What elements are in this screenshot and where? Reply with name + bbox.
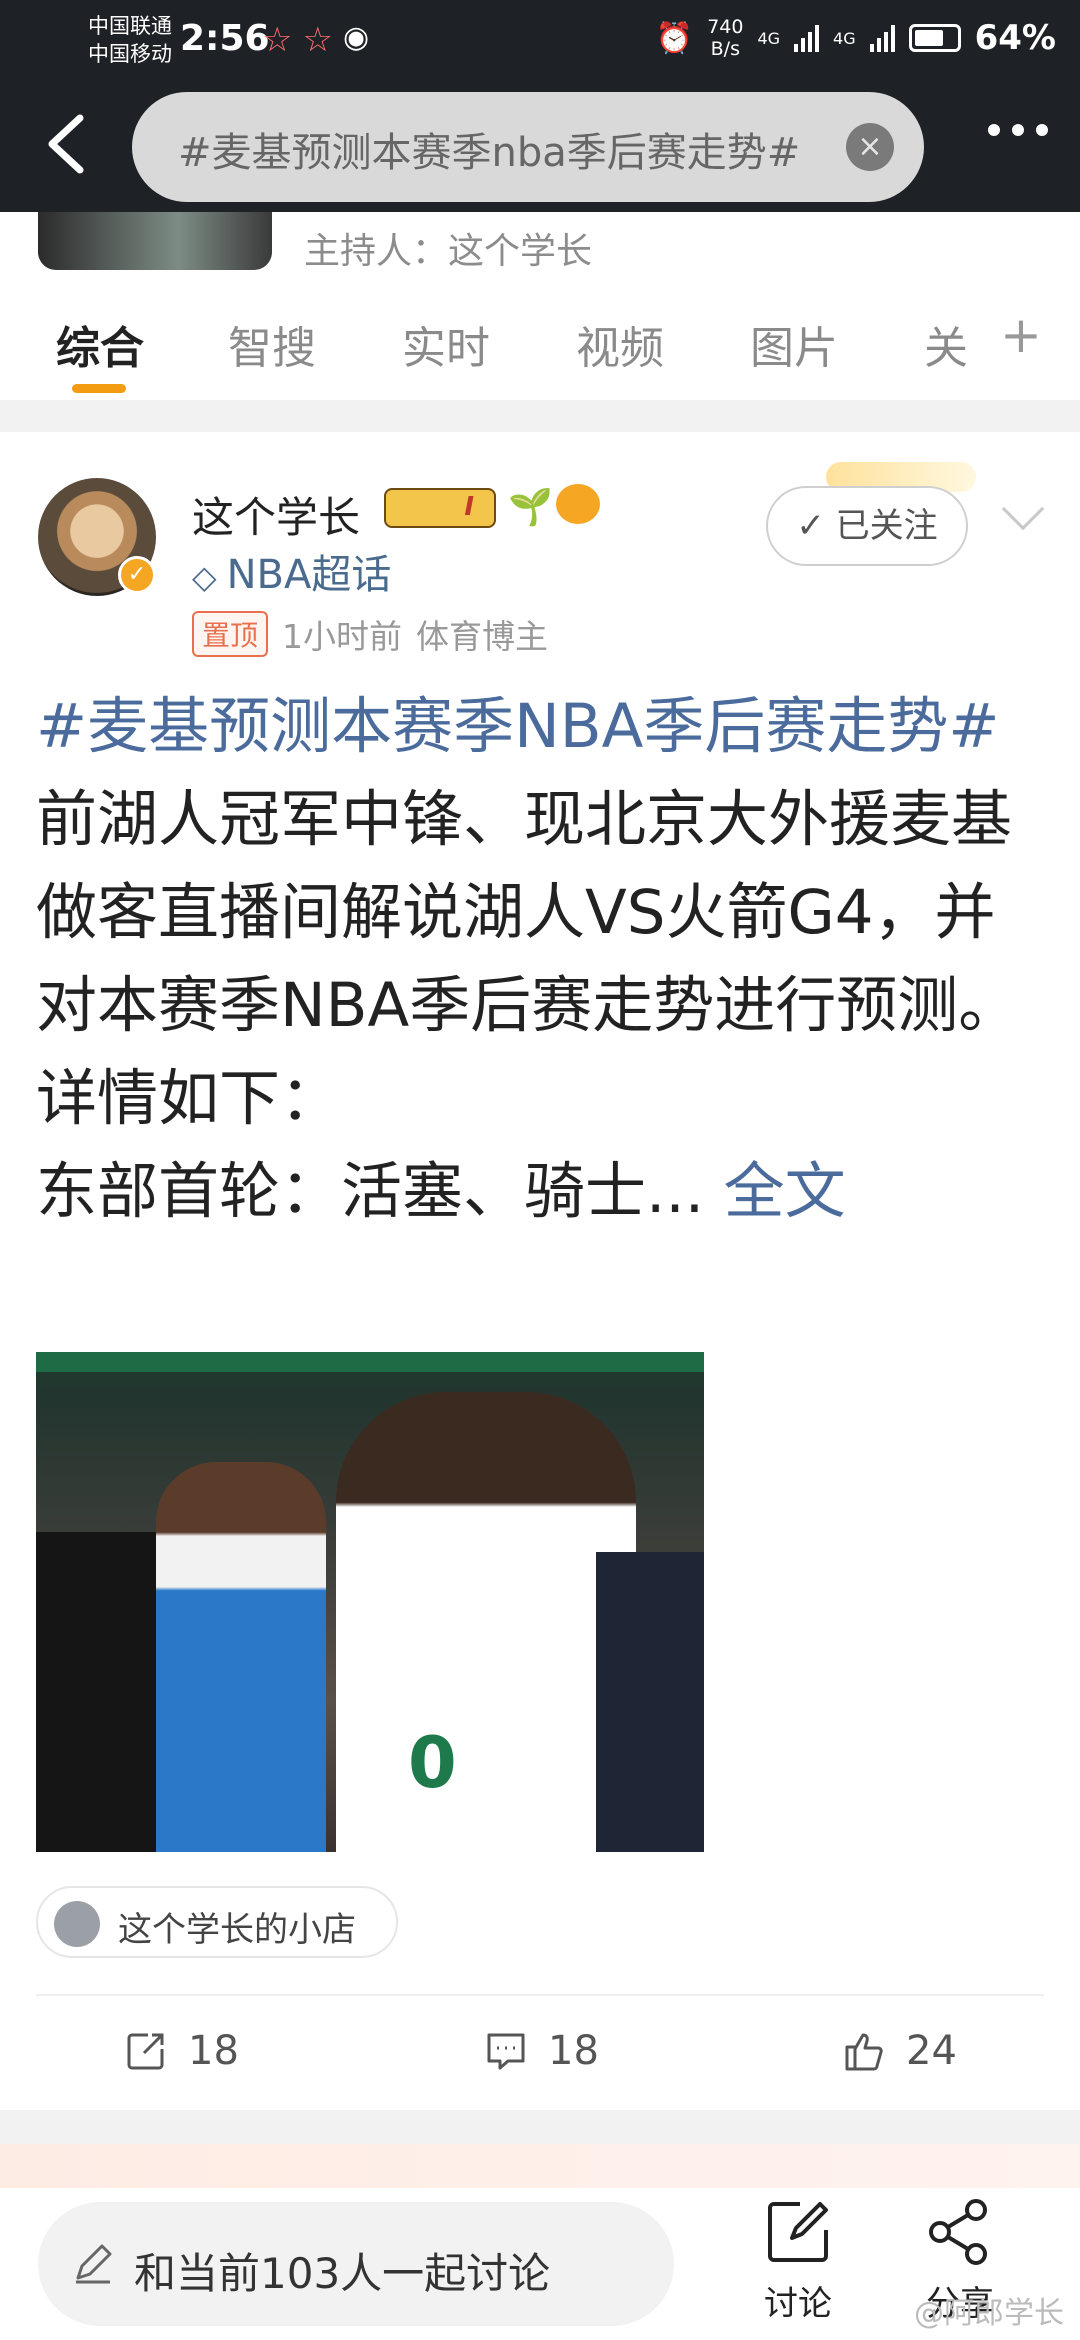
post-actions: 18 18 24 xyxy=(36,1994,1044,2110)
arena-banner xyxy=(36,1352,704,1372)
pinned-badge: 置顶 xyxy=(192,611,269,657)
repost-count: 18 xyxy=(188,2028,239,2074)
shop-link[interactable]: 这个学长的小店 xyxy=(36,1886,398,1958)
add-tab-button[interactable]: + xyxy=(1000,306,1042,364)
watermark: @阿郎学长 xyxy=(914,2296,1064,2331)
post-time: 1小时前 xyxy=(282,617,403,656)
star-icon: ☆ xyxy=(302,20,333,60)
full-text-link[interactable]: 全文 xyxy=(724,1156,846,1227)
status-bar: 中国联通 中国移动 2:56 ☆ ☆ ◉ ⏰ 740 B/s 4G 4G 64% xyxy=(0,0,1080,84)
player-figure-celtics: 0 xyxy=(336,1392,636,1852)
sprout-icon: 🌱 xyxy=(508,487,553,528)
battery-percent: 64% xyxy=(974,18,1056,58)
back-arrow-icon[interactable] xyxy=(40,112,100,176)
like-button[interactable]: 24 xyxy=(842,2028,957,2074)
tab-comprehensive[interactable]: 综合 xyxy=(56,312,144,376)
net-speed-value: 740 xyxy=(707,16,744,38)
follow-button[interactable]: ✓ 已关注 xyxy=(766,486,968,566)
tab-smart-search[interactable]: 智搜 xyxy=(228,312,316,376)
section-divider-2 xyxy=(0,2110,1080,2144)
signal-1-icon xyxy=(794,24,820,52)
host-label: 主持人：这个学长 xyxy=(304,231,593,272)
post-body-text: 前湖人冠军中锋、现北京大外援麦基做客直播间解说湖人VS火箭G4，并对本赛季NBA… xyxy=(36,784,1020,1041)
badge-fish-icon xyxy=(556,484,600,524)
search-input[interactable]: #麦基预测本赛季nba季后赛走势# × xyxy=(132,92,924,202)
edit-icon xyxy=(768,2202,828,2262)
follow-label: 已关注 xyxy=(835,506,938,546)
thumbs-up-icon xyxy=(845,2033,883,2071)
repost-icon xyxy=(127,2033,164,2070)
supertopic-label: NBA超话 xyxy=(226,552,392,598)
comment-icon xyxy=(487,2033,525,2070)
repost-button[interactable]: 18 xyxy=(124,2028,239,2074)
post-east-line: 东部首轮：活塞、骑士... xyxy=(36,1156,705,1227)
tab-video[interactable]: 视频 xyxy=(576,312,664,376)
comment-button[interactable]: 18 xyxy=(484,2028,599,2074)
author-role: 体育博主 xyxy=(416,617,549,656)
net-speed-unit: B/s xyxy=(710,38,740,60)
like-count: 24 xyxy=(906,2028,957,2074)
clock: 2:56 xyxy=(180,18,270,59)
topic-thumbnail[interactable] xyxy=(38,212,272,270)
tab-realtime[interactable]: 实时 xyxy=(402,312,490,376)
host-strip: 主持人：这个学长 xyxy=(0,212,1080,278)
alarm-icon: ⏰ xyxy=(655,20,694,56)
diamond-icon: ◇ xyxy=(192,558,217,596)
discuss-placeholder: 和当前103人一起讨论 xyxy=(134,2249,551,2298)
carrier-1: 中国联通 xyxy=(88,14,172,38)
tab-related[interactable]: 关 xyxy=(924,312,968,376)
close-icon[interactable]: × xyxy=(846,123,894,171)
supertopic-link[interactable]: ◇ NBA超话 xyxy=(192,542,391,600)
more-options-icon[interactable] xyxy=(988,124,1048,136)
net-speed: 740 B/s xyxy=(707,16,743,60)
post-image[interactable]: 0 xyxy=(36,1352,704,1852)
post-details-line: 详情如下： xyxy=(36,1063,342,1134)
next-card-peek xyxy=(0,2144,1080,2188)
tab-bar: 综合 智搜 实时 视频 图片 关 + xyxy=(0,300,1080,400)
discuss-input[interactable]: 和当前103人一起讨论 xyxy=(38,2202,674,2326)
player-figure-left xyxy=(36,1532,176,1852)
shop-icon xyxy=(54,1901,100,1947)
eye-icon: ◉ xyxy=(342,20,370,55)
carrier-2: 中国移动 xyxy=(88,42,172,66)
comment-count: 18 xyxy=(548,2028,599,2074)
pencil-icon xyxy=(76,2244,112,2284)
crown-level-icon: I xyxy=(384,488,496,528)
status-right: ⏰ 740 B/s 4G 4G 64% xyxy=(656,16,1056,60)
signal-2-label: 4G xyxy=(833,28,856,48)
post-meta: 置顶 1小时前 体育博主 xyxy=(192,610,548,658)
post-text: #麦基预测本赛季NBA季后赛走势# 前湖人冠军中锋、现北京大外援麦基做客直播间解… xyxy=(36,680,1046,1238)
search-query: #麦基预测本赛季nba季后赛走势# xyxy=(178,130,798,176)
section-divider xyxy=(0,400,1080,432)
active-tab-indicator xyxy=(72,384,126,393)
share-icon xyxy=(929,2199,987,2265)
jersey-number: 0 xyxy=(408,1722,457,1804)
signal-1-label: 4G xyxy=(757,28,781,48)
player-figure-right xyxy=(596,1552,704,1852)
bottom-bar: 和当前103人一起讨论 讨论 分享 @阿郎学长 xyxy=(0,2188,1080,2340)
discuss-label: 讨论 xyxy=(764,2284,832,2324)
player-figure-thunder xyxy=(156,1462,326,1852)
battery-icon xyxy=(908,24,961,52)
author-name[interactable]: 这个学长 xyxy=(192,484,360,545)
nav-bar: #麦基预测本赛季nba季后赛走势# × xyxy=(0,84,1080,212)
notification-icons: ☆ ☆ ◉ xyxy=(262,20,369,60)
carrier-info: 中国联通 中国移动 xyxy=(88,12,172,68)
shop-label: 这个学长的小店 xyxy=(118,1910,356,1950)
star-icon: ☆ xyxy=(262,20,293,60)
level-badge: I xyxy=(464,492,474,522)
signal-2-icon xyxy=(869,24,895,52)
verified-icon: ✓ xyxy=(118,556,156,594)
chevron-down-icon[interactable] xyxy=(1001,487,1045,531)
discuss-button[interactable]: 讨论 xyxy=(748,2196,848,2325)
tab-images[interactable]: 图片 xyxy=(750,312,838,376)
topic-link[interactable]: #麦基预测本赛季NBA季后赛走势# xyxy=(36,691,999,762)
